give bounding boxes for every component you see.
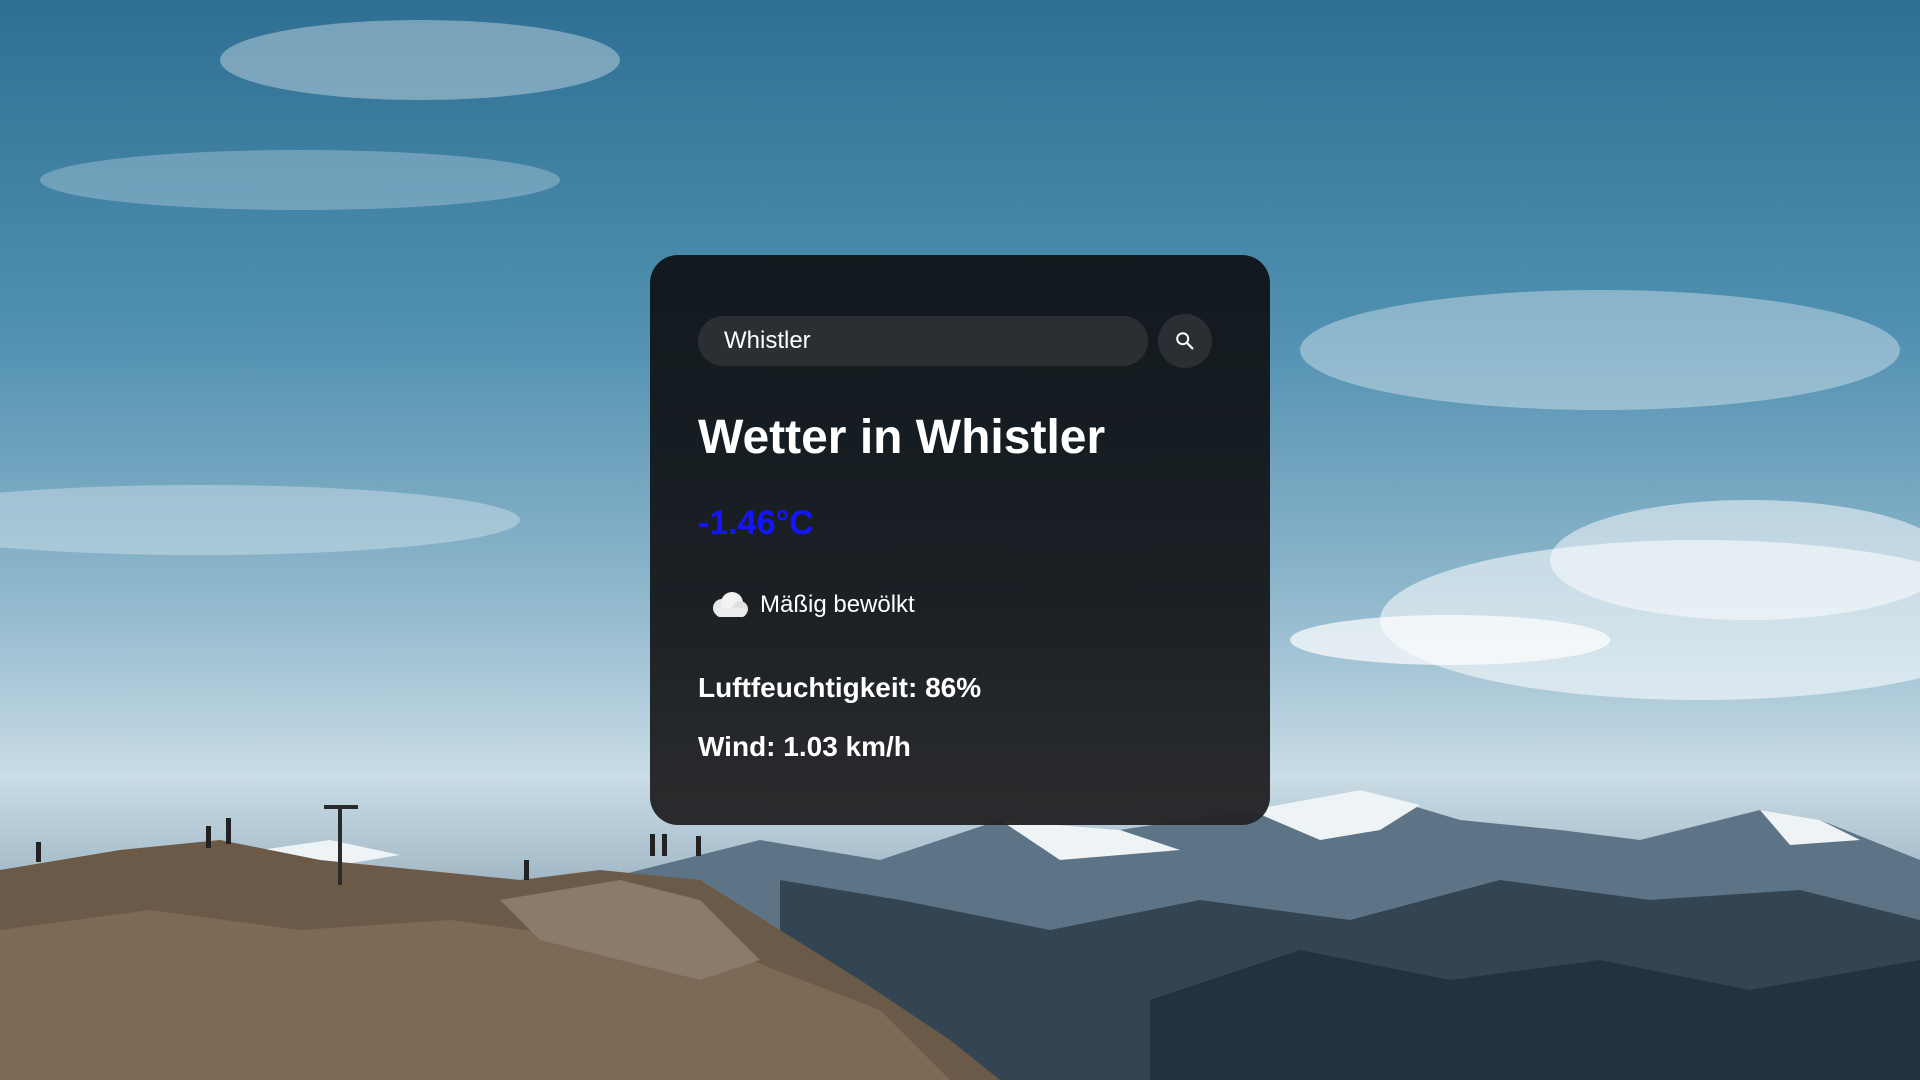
search-button[interactable] [1158,314,1212,368]
cloud-icon [713,592,748,617]
weather-title: Wetter in Whistler [698,411,1106,464]
condition-description: Mäßig bewölkt [760,591,915,618]
condition-row: Mäßig bewölkt [698,590,1224,620]
weather-card: Wetter in Whistler -1.46°C Mäßig bewölkt… [650,255,1270,825]
wind-value: Wind: 1.03 km/h [698,731,911,762]
humidity-value: Luftfeuchtigkeit: 86% [698,672,982,703]
temperature-value: -1.46°C [698,504,814,542]
city-search-input[interactable] [698,316,1148,366]
search-bar [698,314,1224,368]
search-icon [1176,332,1194,350]
